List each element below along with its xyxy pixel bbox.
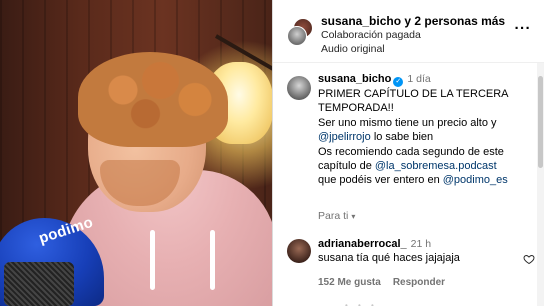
caption-line: @jpelirrojo lo sabe bien xyxy=(318,130,538,144)
author-username[interactable]: susana_bicho xyxy=(321,14,401,28)
microphone-mesh xyxy=(4,262,74,306)
person-hair xyxy=(78,52,228,147)
caption-text: que podéis ver entero en xyxy=(318,174,440,187)
avatar xyxy=(287,26,307,46)
comment-likes[interactable]: 152 Me gusta xyxy=(318,277,381,288)
mention-link[interactable]: @podimo_es xyxy=(443,174,508,186)
heart-icon[interactable] xyxy=(523,253,535,265)
para-ti-label: Para ti xyxy=(318,210,349,222)
comment-body: adrianaberrocal_ 21 h susana tía qué hace… xyxy=(318,237,460,266)
caption-body: susana_bicho ✓ 1 día PRIMER CAPÍTULO DE LA… xyxy=(318,72,538,188)
paid-partnership-label[interactable]: Colaboración pagada xyxy=(321,29,421,41)
video-player[interactable]: podimo xyxy=(0,0,272,306)
caption-username[interactable]: susana_bicho xyxy=(318,73,391,85)
more-comments-indicator: • • • xyxy=(345,301,378,306)
comment-meta: 152 Me gusta Responder xyxy=(318,277,457,288)
caption-line: capítulo de @la_sobremesa.podcast xyxy=(318,159,538,173)
original-audio-link[interactable]: Audio original xyxy=(321,43,385,55)
scrollbar-thumb[interactable] xyxy=(538,76,543,168)
reply-button[interactable]: Responder xyxy=(393,277,445,288)
para-ti-toggle[interactable]: Para ti ▾ xyxy=(318,210,355,222)
mention-link[interactable]: @jpelirrojo xyxy=(318,131,371,143)
comment-text: susana tía qué haces jajajaja xyxy=(318,252,460,265)
caption-line: PRIMER CAPÍTULO DE LA TERCERA xyxy=(318,88,509,100)
caption-text: capítulo de xyxy=(318,160,372,173)
caption-line: Ser uno mismo tiene un precio alto y xyxy=(318,116,497,129)
caption-line: TEMPORADA!! xyxy=(318,102,394,115)
post-header: susana_bicho y 2 personas más Colaboraci… xyxy=(273,0,544,63)
collab-count[interactable]: y 2 personas más xyxy=(401,14,505,28)
caption-timestamp[interactable]: 1 día xyxy=(407,73,430,85)
comment-username[interactable]: adrianaberrocal_ xyxy=(318,238,407,250)
comment-timestamp[interactable]: 21 h xyxy=(411,238,431,250)
hoodie-string xyxy=(150,230,155,290)
more-options-icon[interactable]: ··· xyxy=(515,21,532,36)
post-sidebar: susana_bicho y 2 personas más Colaboraci… xyxy=(272,0,544,306)
chevron-down-icon: ▾ xyxy=(351,212,356,221)
collab-avatars[interactable] xyxy=(287,18,313,46)
verified-badge-icon: ✓ xyxy=(393,77,404,87)
caption-text: lo sabe bien xyxy=(373,131,434,144)
avatar[interactable] xyxy=(287,239,311,263)
avatar[interactable] xyxy=(287,76,311,100)
caption-line: Os recomiendo cada segundo de este xyxy=(318,145,504,158)
post-authors[interactable]: susana_bicho y 2 personas más xyxy=(321,14,505,28)
mention-link[interactable]: @la_sobremesa.podcast xyxy=(375,160,497,172)
hoodie-string xyxy=(210,230,215,290)
caption-line: que podéis ver entero en @podimo_es xyxy=(318,173,538,187)
